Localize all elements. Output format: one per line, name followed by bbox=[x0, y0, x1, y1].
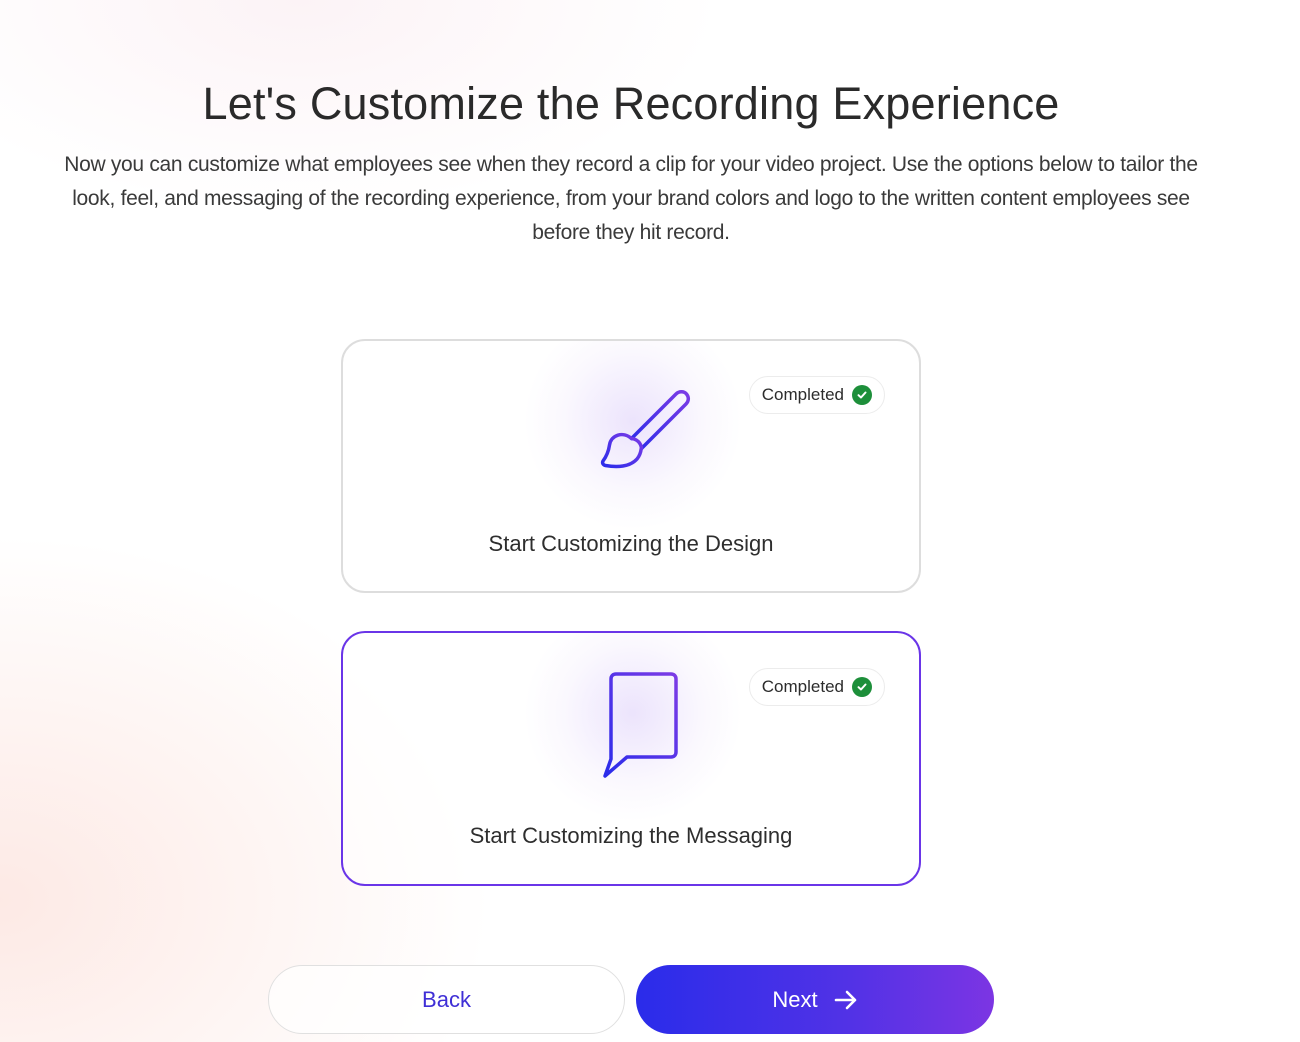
message-icon bbox=[603, 672, 678, 778]
badge-label: Completed bbox=[761, 677, 844, 696]
card-label: Start Customizing the Messaging bbox=[469, 823, 793, 848]
messaging-card[interactable]: Completed Start Customizing the Messagin… bbox=[341, 631, 921, 886]
card-label: Start Customizing the Design bbox=[488, 531, 774, 556]
badge-label: Completed bbox=[761, 385, 844, 404]
arrow-right-icon bbox=[834, 990, 856, 1009]
page-title: Let's Customize the Recording Experience bbox=[202, 78, 1060, 129]
paintbrush-icon bbox=[600, 390, 691, 469]
back-button-label: Back bbox=[422, 986, 471, 1012]
check-icon bbox=[852, 677, 872, 697]
check-icon bbox=[852, 385, 872, 405]
next-button-label: Next bbox=[772, 986, 818, 1012]
design-card[interactable]: Completed Start Customizing the Design bbox=[341, 339, 921, 593]
back-button[interactable]: Back bbox=[268, 965, 625, 1034]
completed-badge: Completed bbox=[748, 668, 885, 706]
page-description: Now you can customize what employees see… bbox=[64, 153, 1198, 244]
completed-badge: Completed bbox=[748, 376, 885, 414]
next-button[interactable]: Next bbox=[636, 965, 994, 1034]
